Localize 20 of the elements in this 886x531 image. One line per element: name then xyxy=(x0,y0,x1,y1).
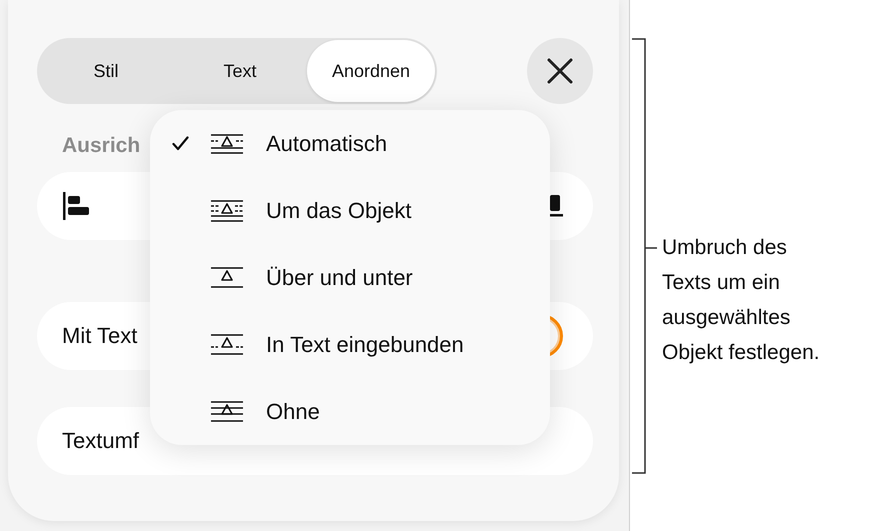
close-icon xyxy=(547,58,573,84)
row-label: Textumf xyxy=(62,428,140,454)
tab[interactable]: Stil xyxy=(39,40,173,102)
align-left-icon[interactable] xyxy=(62,192,90,220)
row-label: Mit Text xyxy=(62,323,138,349)
wrap-icon xyxy=(210,332,244,356)
menu-item[interactable]: Um das Objekt xyxy=(172,177,550,244)
menu-item[interactable]: Ohne xyxy=(172,378,550,445)
tab[interactable]: Anordnen xyxy=(307,40,435,102)
wrap-icon xyxy=(210,266,244,290)
callout-text: Umbruch des Texts um ein ausgewähltes Objekt festlegen. xyxy=(662,235,820,366)
menu-item[interactable]: Über und unter xyxy=(172,244,550,311)
menu-item[interactable]: In Text eingebunden xyxy=(172,311,550,378)
wrap-icon xyxy=(210,400,244,424)
section-label: Ausrich xyxy=(62,134,140,158)
align-bottom-icon[interactable] xyxy=(547,195,563,217)
menu-item[interactable]: Automatisch xyxy=(172,110,550,177)
tab[interactable]: Text xyxy=(173,40,307,102)
wrap-icon xyxy=(210,198,244,222)
wrap-icon xyxy=(210,132,244,156)
